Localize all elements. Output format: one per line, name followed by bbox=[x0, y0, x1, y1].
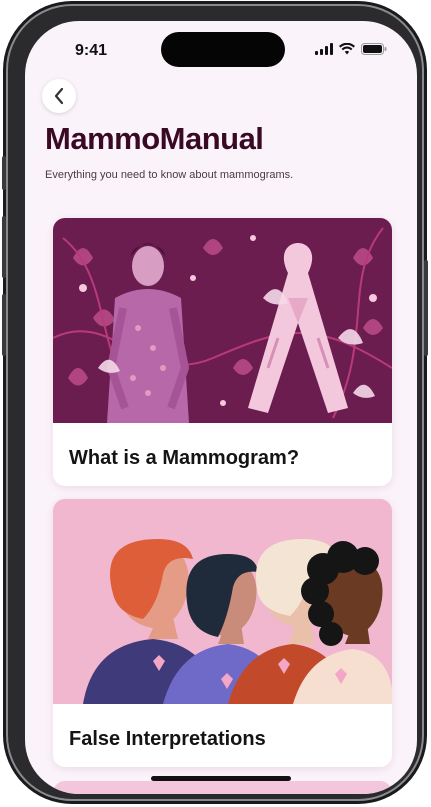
home-indicator[interactable] bbox=[151, 776, 291, 781]
app-screen: 9:41 MammoManual Everything you need to … bbox=[25, 21, 417, 794]
signal-icon bbox=[315, 43, 333, 55]
topic-card-mammogram[interactable]: What is a Mammogram? bbox=[53, 218, 392, 486]
card-illustration-woman-ribbon bbox=[53, 218, 392, 423]
card-label: What is a Mammogram? bbox=[69, 447, 300, 469]
back-button[interactable] bbox=[42, 79, 76, 113]
card-illustration-women-profiles bbox=[53, 499, 392, 704]
status-icons bbox=[315, 43, 387, 55]
card-label: False Interpretations bbox=[69, 728, 266, 750]
battery-icon bbox=[361, 43, 387, 55]
phone-frame: 9:41 MammoManual Everything you need to … bbox=[2, 4, 428, 801]
page-title: MammoManual bbox=[45, 121, 264, 156]
status-time: 9:41 bbox=[75, 42, 108, 59]
power-button bbox=[424, 260, 428, 356]
dynamic-island bbox=[161, 32, 285, 67]
topic-card-false-interpretations[interactable]: False Interpretations bbox=[53, 499, 392, 767]
mute-switch bbox=[2, 156, 6, 190]
topic-card-next-peek[interactable] bbox=[53, 781, 392, 794]
back-chevron-icon bbox=[54, 87, 64, 105]
wifi-icon bbox=[339, 43, 355, 55]
status-bar: 9:41 bbox=[25, 21, 417, 75]
volume-up-button bbox=[2, 216, 6, 278]
page-subtitle: Everything you need to know about mammog… bbox=[45, 169, 294, 181]
volume-down-button bbox=[2, 294, 6, 356]
